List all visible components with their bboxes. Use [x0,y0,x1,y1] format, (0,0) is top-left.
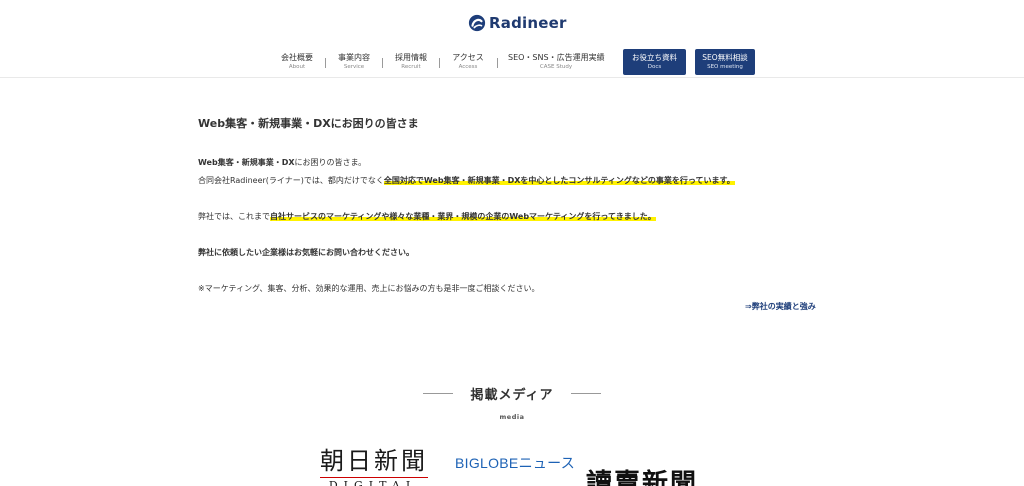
nav-recruit[interactable]: 採用情報 Recruit [394,52,428,72]
nav-about-sub: About [288,64,306,70]
strengths-link[interactable]: ⇒弊社の実績と強み [745,301,816,312]
nav-recruit-sub: Recruit [401,64,421,70]
radineer-logo[interactable]: Radineer [468,12,567,34]
nav-service[interactable]: 事業内容 Service [337,52,371,72]
nav-service-label: 事業内容 [338,53,370,62]
nav-about-label: 会社概要 [281,53,313,62]
nav-divider [325,58,326,68]
nav-service-sub: Service [343,64,365,70]
logo-text: Radineer [489,14,567,32]
biglobe-news-logo[interactable]: BIGLOBEニュース [455,453,575,473]
nav-about[interactable]: 会社概要 About [280,52,314,72]
media-subtitle: media [499,413,525,421]
seo-meeting-button[interactable]: SEO無料相談 SEO meeting [695,49,755,75]
nav-case-study-sub: CASE Study [539,64,573,70]
nav-access-sub: Access [458,64,478,70]
section-title: Web集客・新規事業・DXにお困りの皆さま [198,117,419,130]
seo-meeting-button-label: SEO無料相談 [702,53,748,62]
highlight-text: 自社サービスのマーケティングや様々な業種・業界・規模の企業のWebマーケティング… [270,212,656,221]
asahi-logo-sub: DIGITAL [320,477,428,486]
intro-paragraph-1: Web集客・新規事業・DXにお困りの皆さま。 [198,157,366,168]
intro-bold-text: Web集客・新規事業・DX [198,158,295,167]
intro-paragraph-3: 弊社では、これまで自社サービスのマーケティングや様々な業種・業界・規模の企業のW… [198,211,656,222]
docs-button[interactable]: お役立ち資料 Docs [623,49,686,75]
docs-button-label: お役立ち資料 [632,53,677,62]
nav-divider [439,58,440,68]
highlight-text: 全国対応でWeb集客・新規事業・DXを中心としたコンサルティングなどの事業を行っ… [383,176,735,185]
site-header: Radineer 会社概要 About 事業内容 Service 採用情報 Re… [0,0,1024,78]
nav-case-study-label: SEO・SNS・広告運用実績 [508,53,605,62]
media-title: 掲載メディア [470,388,554,403]
nav-recruit-label: 採用情報 [395,53,427,62]
nav-case-study[interactable]: SEO・SNS・広告運用実績 CASE Study [508,52,605,72]
nav-access-label: アクセス [452,53,484,62]
radineer-logo-icon [468,14,486,32]
yomiuri-logo[interactable]: 讀賣新聞 [586,463,698,486]
history-text: 弊社では、これまで [198,212,270,221]
nav-divider [382,58,383,68]
intro-text: にお困りの皆さま。 [294,158,367,167]
contact-invite-text: 弊社に依頼したい企業様はお気軽にお問い合わせください。 [198,248,414,257]
seo-meeting-button-sub: SEO meeting [707,64,743,70]
intro-paragraph-2: 合同会社Radineer(ライナー)では、都内だけでなく全国対応でWeb集客・新… [198,175,735,186]
nav-access[interactable]: アクセス Access [450,52,486,72]
consult-note-text: ※マーケティング、集客、分析、効果的な運用、売上にお悩みの方も是非一度ご相談くだ… [198,284,540,293]
nav-divider [497,58,498,68]
asahi-digital-logo[interactable]: 朝日新聞 DIGITAL [320,447,428,486]
heading-line-right [570,393,601,394]
company-text: 合同会社Radineer(ライナー)では、都内だけでなく [198,176,384,185]
asahi-logo-text: 朝日新聞 [320,447,428,475]
main-nav: 会社概要 About 事業内容 Service 採用情報 Recruit アクセ… [0,52,1024,78]
heading-line-left [423,393,454,394]
media-heading: 掲載メディア [0,383,1024,403]
docs-button-sub: Docs [647,64,662,70]
